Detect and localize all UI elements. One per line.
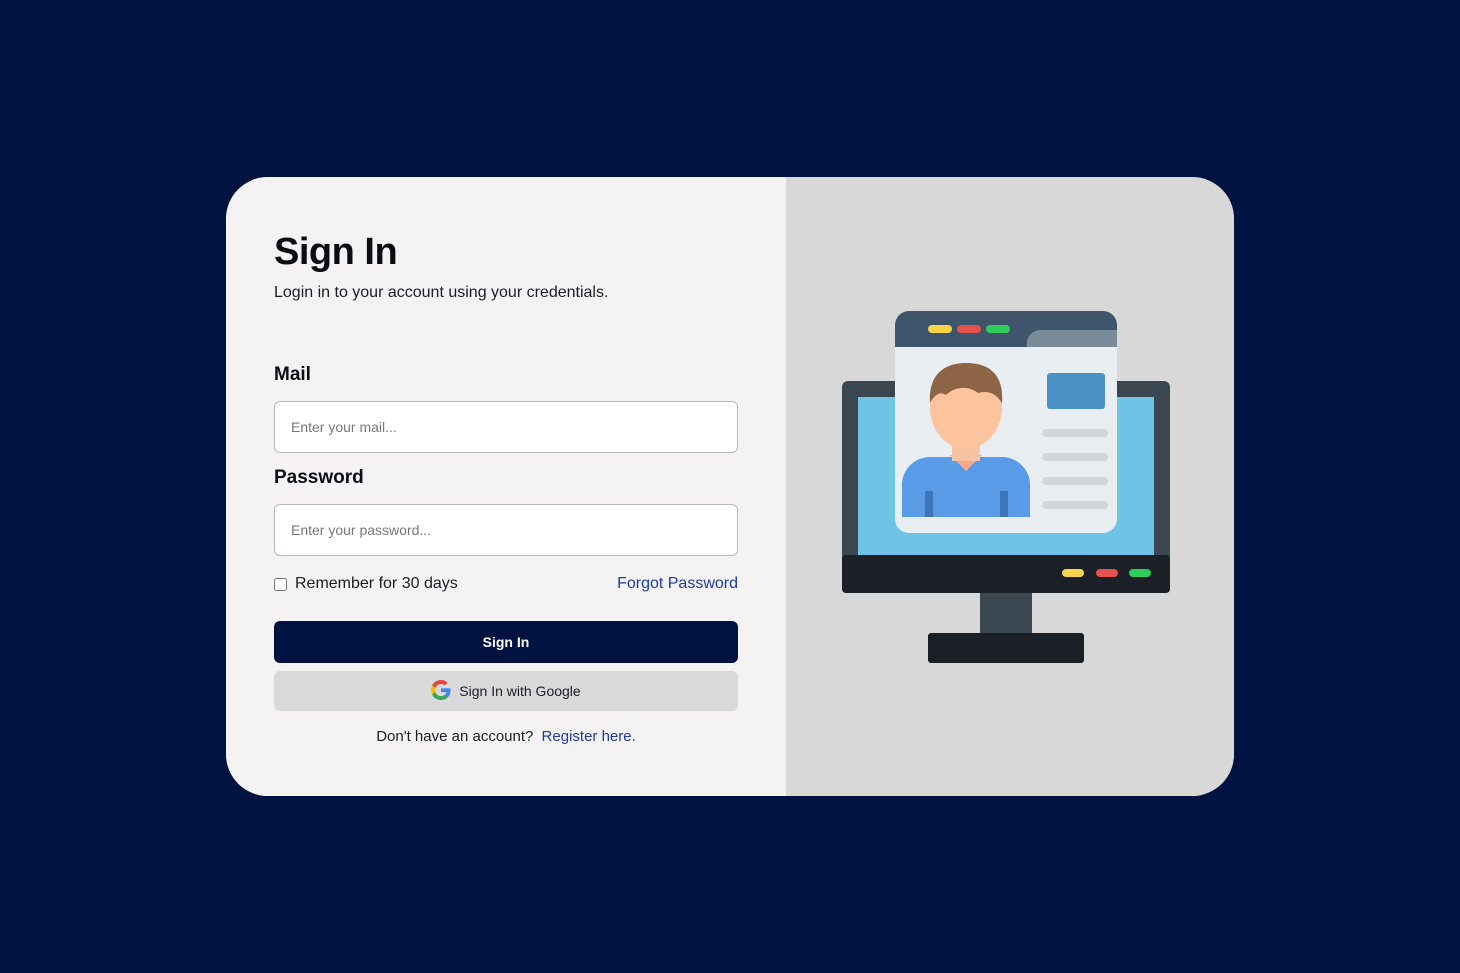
signin-card: Sign In Login in to your account using y… (226, 177, 1234, 796)
register-prompt: Don't have an account? (376, 728, 534, 745)
signin-form-panel: Sign In Login in to your account using y… (226, 177, 786, 796)
password-label: Password (274, 467, 364, 488)
page-title: Sign In (274, 231, 398, 273)
remember-checkbox[interactable] (274, 577, 287, 591)
register-row: Don't have an account? Register here. (274, 728, 738, 745)
forgot-password-link[interactable]: Forgot Password (617, 575, 738, 593)
page-subtitle: Login in to your account using your cred… (274, 284, 609, 301)
sign-in-button[interactable]: Sign In (274, 621, 738, 663)
remember-label: Remember for 30 days (295, 575, 458, 592)
google-icon (431, 679, 451, 703)
mail-input[interactable] (274, 401, 738, 453)
google-sign-in-button[interactable]: Sign In with Google (274, 671, 738, 711)
illustration-panel (786, 177, 1234, 796)
mail-label: Mail (274, 364, 311, 385)
register-link[interactable]: Register here. (542, 728, 636, 745)
remember-row: Remember for 30 days (274, 575, 458, 593)
password-input[interactable] (274, 504, 738, 556)
monitor-profile-icon (842, 311, 1170, 663)
google-button-label: Sign In with Google (459, 683, 581, 699)
